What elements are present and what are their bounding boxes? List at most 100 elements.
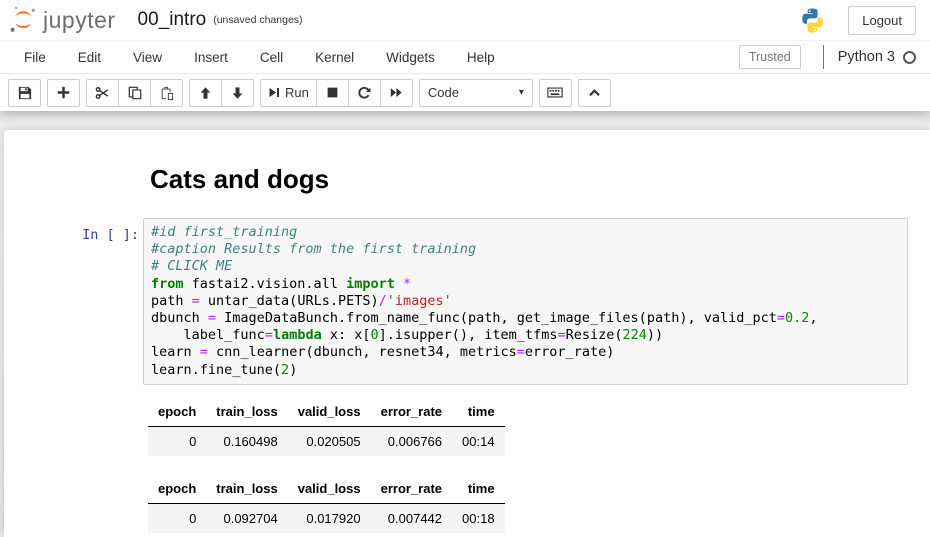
menu-kernel[interactable]: Kernel (299, 43, 370, 72)
menu-insert[interactable]: Insert (178, 43, 244, 72)
table-cell: 0.012449 (288, 533, 371, 537)
run-button[interactable]: Run (260, 79, 317, 107)
stop-icon (326, 86, 339, 99)
chevron-down-icon: ▾ (519, 87, 524, 98)
restart-run-all-button[interactable] (380, 79, 413, 107)
menu-view[interactable]: View (117, 43, 178, 72)
restart-kernel-button[interactable] (348, 79, 381, 107)
table-row: 10.0277850.0124490.00541300:18 (148, 533, 505, 537)
code-line: #caption Results from the first training (151, 241, 900, 258)
table-cell: 0.020505 (288, 426, 371, 456)
copy-icon (128, 86, 142, 100)
notebook-title[interactable]: 00_intro (138, 9, 207, 31)
move-down-icon (231, 86, 244, 100)
restart-icon (357, 86, 371, 100)
notebook-container[interactable]: Cats and dogs In [ ]: #id first_training… (4, 130, 930, 537)
menubar-right: Trusted Python 3 (739, 45, 916, 69)
code-line: dbunch = ImageDataBunch.from_name_func(p… (151, 310, 900, 327)
code-input-area[interactable]: #id first_training#caption Results from … (143, 218, 908, 385)
cell-output-area: epochtrain_lossvalid_losserror_ratetime0… (148, 398, 930, 537)
trusted-badge[interactable]: Trusted (739, 45, 801, 69)
code-line: from fastai2.vision.all import * (151, 276, 900, 293)
keyboard-icon (547, 86, 563, 99)
cell-type-value: Code (428, 85, 459, 100)
jupyter-chrome: jupyter 00_intro (unsaved changes) Logou… (0, 0, 930, 111)
column-header: train_loss (206, 398, 287, 427)
run-button-label: Run (285, 85, 309, 100)
toolbar-collapse-button[interactable] (578, 79, 611, 107)
code-editor[interactable]: #id first_training#caption Results from … (151, 224, 900, 379)
code-cell[interactable]: In [ ]: #id first_training#caption Resul… (4, 218, 930, 385)
logout-button[interactable]: Logout (848, 6, 916, 35)
column-header: time (452, 398, 505, 427)
code-line: # CLICK ME (151, 258, 900, 275)
table-cell: 0.027785 (206, 533, 287, 537)
jupyter-logo-text: jupyter (43, 7, 116, 34)
header-bar: jupyter 00_intro (unsaved changes) Logou… (0, 0, 930, 40)
table-cell: 0.017920 (288, 503, 371, 533)
menu-bar: File Edit View Insert Cell Kernel Widget… (0, 40, 930, 74)
move-up-button[interactable] (189, 79, 222, 107)
menu-widgets[interactable]: Widgets (370, 43, 451, 72)
kernel-idle-icon (903, 51, 916, 64)
jupyter-logo-icon (8, 4, 38, 36)
column-header: epoch (148, 475, 206, 504)
column-header: valid_loss (288, 398, 371, 427)
jupyter-logo[interactable]: jupyter (8, 4, 116, 36)
cell-prompt: In [ ]: (4, 218, 143, 243)
add-cell-button[interactable] (47, 79, 80, 107)
menu-help[interactable]: Help (451, 43, 511, 72)
column-header: valid_loss (288, 475, 371, 504)
column-header: epoch (148, 398, 206, 427)
table-header-row: epochtrain_lossvalid_losserror_ratetime (148, 398, 505, 427)
cut-button[interactable] (86, 79, 119, 107)
column-header: train_loss (206, 475, 287, 504)
toolbar: Run Code ▾ (0, 74, 930, 111)
table-cell: 0.007442 (371, 503, 452, 533)
code-line: path = untar_data(URLs.PETS)/'images' (151, 293, 900, 310)
code-line: #id first_training (151, 224, 900, 241)
table-cell: 0 (148, 426, 206, 456)
table-row: 00.0927040.0179200.00744200:18 (148, 503, 505, 533)
table-cell: 00:14 (452, 426, 505, 456)
save-icon (18, 86, 32, 100)
chevron-up-icon (588, 87, 601, 99)
menu-cell[interactable]: Cell (244, 43, 299, 72)
table-cell: 0 (148, 503, 206, 533)
menu-file[interactable]: File (8, 43, 62, 72)
stop-button[interactable] (316, 79, 349, 107)
header-right: Logout (799, 6, 916, 35)
copy-button[interactable] (118, 79, 151, 107)
table-cell: 00:18 (452, 503, 505, 533)
code-line: label_func=lambda x: x[0].isupper(), ite… (151, 327, 900, 344)
column-header: error_rate (371, 398, 452, 427)
python-logo-icon (799, 7, 826, 34)
menu-edit[interactable]: Edit (62, 43, 117, 72)
code-line: learn.fine_tune(2) (151, 362, 900, 379)
move-up-icon (199, 86, 212, 100)
paste-button[interactable] (150, 79, 183, 107)
save-button[interactable] (8, 79, 41, 107)
table-row: 00.1604980.0205050.00676600:14 (148, 426, 505, 456)
table-cell: 1 (148, 533, 206, 537)
markdown-heading[interactable]: Cats and dogs (150, 164, 930, 195)
table-header-row: epochtrain_lossvalid_losserror_ratetime (148, 475, 505, 504)
paste-icon (160, 86, 174, 100)
cut-icon (95, 86, 110, 100)
move-down-button[interactable] (221, 79, 254, 107)
kernel-divider (823, 45, 824, 69)
table-cell: 0.006766 (371, 426, 452, 456)
training-results-table-2: epochtrain_lossvalid_losserror_ratetime0… (148, 475, 505, 537)
notebook-save-status: (unsaved changes) (213, 14, 302, 26)
notebook-site: Cats and dogs In [ ]: #id first_training… (0, 111, 930, 537)
restart-run-all-icon (389, 86, 403, 99)
column-header: time (452, 475, 505, 504)
column-header: error_rate (371, 475, 452, 504)
command-palette-button[interactable] (539, 79, 572, 107)
code-line: learn = cnn_learner(dbunch, resnet34, me… (151, 344, 900, 361)
table-cell: 0.092704 (206, 503, 287, 533)
cell-type-select[interactable]: Code ▾ (419, 79, 533, 107)
step-forward-icon (268, 86, 280, 99)
table-cell: 00:18 (452, 533, 505, 537)
add-cell-icon (57, 86, 70, 99)
